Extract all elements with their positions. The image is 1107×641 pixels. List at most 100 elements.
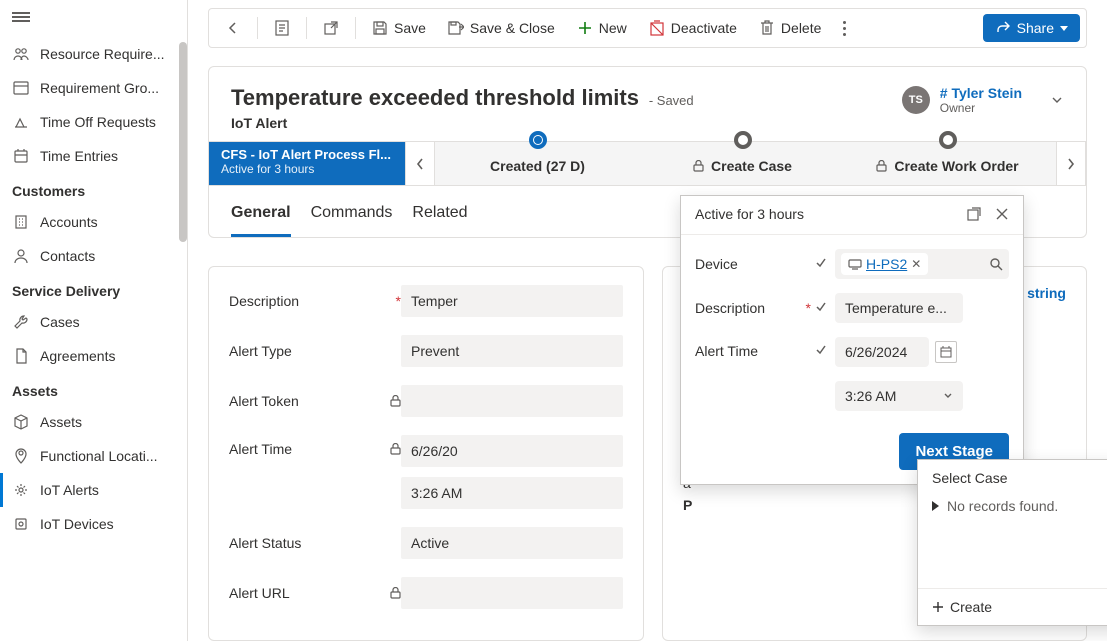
nav-label: IoT Devices	[40, 516, 114, 532]
nav-group-service-delivery: Service Delivery	[0, 273, 187, 305]
nav-iot-alerts[interactable]: IoT Alerts	[0, 473, 187, 507]
owner-control[interactable]: TS # Tyler Stein Owner	[902, 85, 1064, 115]
check-icon	[815, 344, 829, 358]
field-label-alert-token: Alert Token	[229, 393, 401, 409]
field-value-alert-type[interactable]: Prevent	[401, 335, 623, 367]
stage-create-case[interactable]: Create Case	[640, 142, 845, 185]
field-value-alert-status[interactable]: Active	[401, 527, 623, 559]
hamburger-button[interactable]	[0, 0, 187, 37]
new-button[interactable]: New	[567, 14, 637, 42]
triangle-right-icon	[932, 501, 939, 511]
field-label-description: Description *	[229, 293, 401, 309]
share-button[interactable]: Share	[983, 14, 1080, 42]
tab-general[interactable]: General	[231, 196, 291, 237]
delete-label: Delete	[781, 20, 821, 36]
share-icon	[995, 20, 1011, 36]
business-process-flow: CFS - IoT Alert Process Fl... Active for…	[209, 141, 1086, 186]
fly-time-input[interactable]: 3:26 AM	[835, 381, 963, 411]
deactivate-button[interactable]: Deactivate	[639, 14, 747, 42]
nav-functional-locations[interactable]: Functional Locati...	[0, 439, 187, 473]
popout-button[interactable]	[313, 14, 349, 42]
nav-label: Cases	[40, 314, 80, 330]
process-name: CFS - IoT Alert Process Fl...	[221, 147, 393, 162]
share-label: Share	[1017, 20, 1054, 36]
field-label-alert-time: Alert Time	[229, 435, 401, 457]
delete-button[interactable]: Delete	[749, 14, 831, 42]
stage-ring-icon	[939, 131, 957, 149]
save-close-button[interactable]: Save & Close	[438, 14, 565, 42]
field-value-description[interactable]: Temper	[401, 285, 623, 317]
calendar-icon	[12, 147, 30, 165]
location-icon	[12, 447, 30, 465]
scrollbar[interactable]	[179, 42, 187, 242]
save-close-icon	[448, 20, 464, 36]
page-title: Temperature exceeded threshold limits	[231, 85, 639, 110]
tab-commands[interactable]: Commands	[311, 196, 393, 237]
flyout-title: Active for 3 hours	[695, 206, 804, 222]
nav-accounts[interactable]: Accounts	[0, 205, 187, 239]
field-value-alert-date: 6/26/20	[401, 435, 623, 467]
lock-icon	[693, 160, 705, 172]
avatar: TS	[902, 86, 930, 114]
lock-icon	[390, 443, 401, 455]
fly-description-input[interactable]: Temperature e...	[835, 293, 963, 323]
building-icon	[12, 213, 30, 231]
nav-label: Accounts	[40, 214, 98, 230]
stage-ring-icon	[734, 131, 752, 149]
owner-link[interactable]: # Tyler Stein	[940, 85, 1022, 101]
nav-agreements[interactable]: Agreements	[0, 339, 187, 373]
nav-label: IoT Alerts	[40, 482, 99, 498]
lookup-token[interactable]: H-PS2 ✕	[841, 253, 928, 275]
close-icon[interactable]	[995, 207, 1009, 221]
create-record-button[interactable]: Create	[932, 599, 992, 615]
field-label-alert-status: Alert Status	[229, 535, 401, 551]
calendar-icon[interactable]	[935, 341, 957, 363]
check-icon	[815, 301, 829, 315]
select-case-menu: Select Case No records found. Create Clo…	[917, 459, 1107, 626]
group-icon	[12, 79, 30, 97]
search-icon[interactable]	[989, 257, 1003, 271]
nav-iot-devices[interactable]: IoT Devices	[0, 507, 187, 541]
more-button[interactable]	[833, 15, 856, 42]
entity-name: IoT Alert	[231, 115, 694, 131]
fly-label-device: Device	[695, 256, 835, 272]
nav-time-entries[interactable]: Time Entries	[0, 139, 187, 173]
popout-icon	[323, 20, 339, 36]
dock-icon[interactable]	[967, 207, 981, 221]
remove-token-icon[interactable]: ✕	[911, 257, 921, 271]
nav-label: Functional Locati...	[40, 448, 158, 464]
field-value-alert-token	[401, 385, 623, 417]
nav-assets[interactable]: Assets	[0, 405, 187, 439]
tab-related[interactable]: Related	[412, 196, 467, 237]
lock-icon	[390, 587, 401, 599]
save-close-label: Save & Close	[470, 20, 555, 36]
lock-icon	[390, 395, 401, 407]
select-case-title: Select Case	[918, 460, 1107, 492]
device-lookup[interactable]: H-PS2 ✕	[835, 249, 1009, 279]
process-name-card[interactable]: CFS - IoT Alert Process Fl... Active for…	[209, 142, 405, 185]
save-button[interactable]: Save	[362, 14, 436, 42]
nav-time-off[interactable]: Time Off Requests	[0, 105, 187, 139]
stage-prev-button[interactable]	[405, 142, 435, 185]
nav-resource-requirements[interactable]: Resource Require...	[0, 37, 187, 71]
deactivate-label: Deactivate	[671, 20, 737, 36]
nav-group-assets: Assets	[0, 373, 187, 405]
notes-button[interactable]	[264, 14, 300, 42]
save-label: Save	[394, 20, 426, 36]
nav-cases[interactable]: Cases	[0, 305, 187, 339]
stage-created[interactable]: Created (27 D)	[435, 142, 640, 185]
saved-indicator: - Saved	[649, 93, 694, 108]
back-button[interactable]	[215, 14, 251, 42]
fly-date-input[interactable]: 6/26/2024	[835, 337, 929, 367]
hamburger-icon	[12, 10, 30, 24]
device-icon	[848, 258, 862, 270]
nav-requirement-groups[interactable]: Requirement Gro...	[0, 71, 187, 105]
lookup-token-link[interactable]: H-PS2	[866, 256, 907, 272]
trash-icon	[759, 20, 775, 36]
timeoff-icon	[12, 113, 30, 131]
chevron-down-icon	[1050, 93, 1064, 107]
nav-label: Assets	[40, 414, 82, 430]
stage-create-work-order[interactable]: Create Work Order	[845, 142, 1050, 185]
nav-contacts[interactable]: Contacts	[0, 239, 187, 273]
stage-next-button[interactable]	[1056, 142, 1086, 185]
